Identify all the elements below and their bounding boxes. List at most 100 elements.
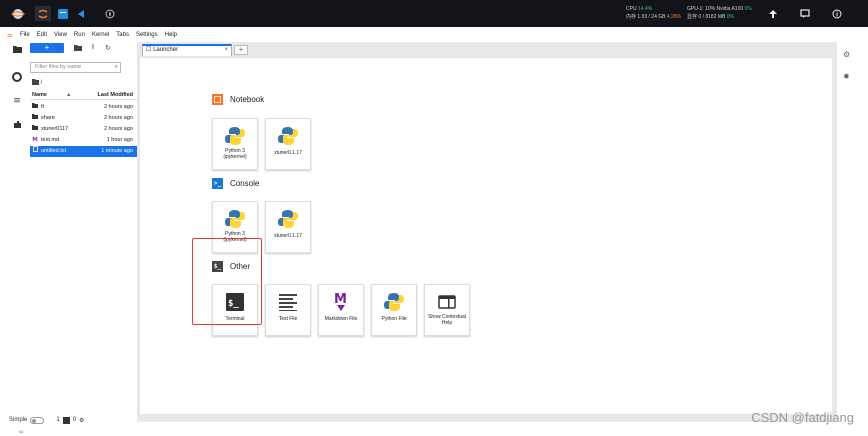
new-launcher-button[interactable]: + bbox=[30, 43, 64, 53]
jupyter-bottom-logo-icon: ≈ bbox=[18, 428, 24, 436]
file-list-header: Name ▲ Last Modified bbox=[30, 92, 137, 100]
info-icon[interactable] bbox=[830, 6, 844, 21]
python-icon bbox=[266, 124, 310, 148]
card-label: Text File bbox=[278, 316, 298, 322]
gpu-label: GPU-1: 10% Nvidia A100 bbox=[687, 6, 744, 12]
status-bar: Simple 1 0 ⚙ bbox=[0, 413, 868, 427]
text-file-icon bbox=[32, 146, 38, 157]
filter-icon-wrap: ⌕ bbox=[30, 62, 121, 73]
kernel-count[interactable]: 0 bbox=[73, 417, 76, 423]
top-bar: CPU 14.4% 内存 1.03 / 24 GB 4.28% GPU-1: 1… bbox=[0, 0, 868, 27]
python-icon bbox=[213, 207, 257, 231]
menu-edit[interactable]: Edit bbox=[37, 32, 47, 38]
notebook-section-title: Notebook bbox=[212, 94, 264, 105]
folder-icon bbox=[32, 102, 38, 113]
menu-help[interactable]: Help bbox=[165, 32, 177, 38]
file-browser: + ⭱ ↻ Filter files by name ⌕ / Name ▲ La… bbox=[26, 42, 137, 422]
right-sidebar: ⚙ ✹ bbox=[838, 42, 868, 422]
terminal-status-icon bbox=[62, 416, 70, 424]
running-icon[interactable] bbox=[11, 72, 23, 84]
file-row-test-md[interactable]: M test.md 1 hour ago bbox=[30, 135, 137, 146]
section-title-text: Console bbox=[230, 179, 260, 188]
menu-view[interactable]: View bbox=[54, 32, 67, 38]
tab-label: Launcher bbox=[153, 47, 179, 53]
tab-bar: ☐ Launcher × + bbox=[137, 42, 837, 56]
vram-label: 显存 bbox=[687, 14, 698, 20]
main-area: ☐ Launcher × + Notebook Python 3 (ipyker… bbox=[137, 42, 837, 422]
menu-file[interactable]: File bbox=[20, 32, 30, 38]
gpu-value: 0% bbox=[744, 6, 752, 12]
contextual-help-card[interactable]: Show Contextual Help bbox=[424, 284, 470, 336]
console-section-title: >_ Console bbox=[212, 178, 259, 189]
file-name: xtuner0117 bbox=[41, 126, 69, 132]
tab-launcher[interactable]: ☐ Launcher × bbox=[142, 44, 232, 56]
folder-icon bbox=[32, 124, 38, 135]
highlight-box bbox=[192, 238, 262, 325]
card-label: xtuner0.1.17 bbox=[274, 150, 302, 156]
console-section-icon: >_ bbox=[212, 178, 223, 189]
gpu-usage: GPU-1: 10% Nvidia A100 0% 显存 0 / 8182 MB… bbox=[687, 5, 752, 21]
new-folder-icon[interactable] bbox=[72, 44, 84, 53]
notebook-xtuner-card[interactable]: xtuner0.1.17 bbox=[265, 118, 311, 170]
cpu-value: 14.4% bbox=[637, 6, 653, 12]
simple-mode-label: Simple bbox=[9, 417, 28, 423]
notebook-python3-card[interactable]: Python 3 (ipykernel) bbox=[212, 118, 258, 170]
breadcrumb[interactable]: / bbox=[32, 79, 42, 86]
file-modified: 1 hour ago bbox=[106, 137, 133, 143]
cpu-label: CPU bbox=[626, 6, 637, 12]
modified-column-header[interactable]: Last Modified bbox=[98, 92, 133, 98]
mem-pct: 4.28% bbox=[666, 14, 682, 20]
add-tab-button[interactable]: + bbox=[234, 45, 248, 55]
card-label: Markdown File bbox=[324, 316, 358, 322]
compass-icon[interactable] bbox=[104, 6, 116, 21]
breadcrumb-path[interactable]: / bbox=[41, 80, 43, 86]
left-sidebar: ≡ bbox=[8, 42, 26, 422]
file-modified: 1 minute ago bbox=[101, 148, 133, 154]
notebook-section-icon bbox=[212, 94, 223, 105]
folder-icon[interactable] bbox=[11, 45, 23, 57]
file-row-xtuner0117[interactable]: xtuner0117 2 hours ago bbox=[30, 124, 137, 135]
menu-tabs[interactable]: Tabs bbox=[116, 32, 129, 38]
extension-icon[interactable] bbox=[11, 120, 23, 132]
menu-kernel[interactable]: Kernel bbox=[92, 32, 109, 38]
name-column-header[interactable]: Name bbox=[32, 92, 47, 98]
markdown-file-card[interactable]: M Markdown File bbox=[318, 284, 364, 336]
file-name: untitled.txt bbox=[41, 148, 67, 154]
file-row-ft[interactable]: ft 2 hours ago bbox=[30, 102, 137, 113]
property-inspector-icon[interactable]: ⚙ bbox=[843, 50, 855, 62]
chat-icon[interactable] bbox=[798, 6, 812, 21]
file-row-untitled-txt[interactable]: untitled.txt 1 minute ago bbox=[30, 146, 137, 157]
debugger-icon[interactable]: ✹ bbox=[843, 72, 855, 84]
refresh-icon[interactable]: ↻ bbox=[102, 44, 114, 52]
jupyter-logo-icon[interactable] bbox=[10, 6, 26, 21]
close-icon[interactable]: × bbox=[224, 46, 228, 55]
python-icon bbox=[372, 290, 416, 314]
file-row-share[interactable]: share 2 hours ago bbox=[30, 113, 137, 124]
search-icon: ⌕ bbox=[114, 63, 118, 70]
card-label: Show Contextual Help bbox=[428, 314, 466, 326]
card-label: Python File bbox=[381, 316, 407, 322]
vscode-icon[interactable] bbox=[57, 6, 69, 21]
launcher-panel: Notebook Python 3 (ipykernel) xtuner0.1.… bbox=[140, 58, 832, 414]
sort-icon[interactable]: ▲ bbox=[66, 92, 71, 98]
menu-run[interactable]: Run bbox=[74, 32, 85, 38]
card-label: xtuner0.1.17 bbox=[274, 233, 302, 239]
text-file-card[interactable]: Text File bbox=[265, 284, 311, 336]
toc-icon[interactable]: ≡ bbox=[11, 95, 23, 107]
simple-mode-toggle[interactable] bbox=[30, 416, 45, 424]
python-file-card[interactable]: Python File bbox=[371, 284, 417, 336]
file-toolbar: + ⭱ ↻ bbox=[26, 42, 137, 54]
svg-text:M: M bbox=[334, 292, 347, 307]
file-name: test.md bbox=[41, 137, 60, 143]
jupyter-app-icon[interactable] bbox=[35, 6, 51, 21]
file-name: ft bbox=[41, 104, 45, 110]
file-modified: 2 hours ago bbox=[103, 115, 133, 121]
upload-icon[interactable] bbox=[766, 6, 780, 21]
markdown-icon: M bbox=[319, 290, 363, 314]
terminal-count[interactable]: 1 bbox=[56, 417, 59, 423]
upload-files-icon[interactable]: ⭱ bbox=[87, 43, 99, 54]
text-file-icon bbox=[266, 290, 310, 314]
menu-settings[interactable]: Settings bbox=[136, 32, 158, 38]
vscode-blue-icon[interactable] bbox=[75, 6, 87, 21]
console-xtuner-card[interactable]: xtuner0.1.17 bbox=[265, 201, 311, 253]
